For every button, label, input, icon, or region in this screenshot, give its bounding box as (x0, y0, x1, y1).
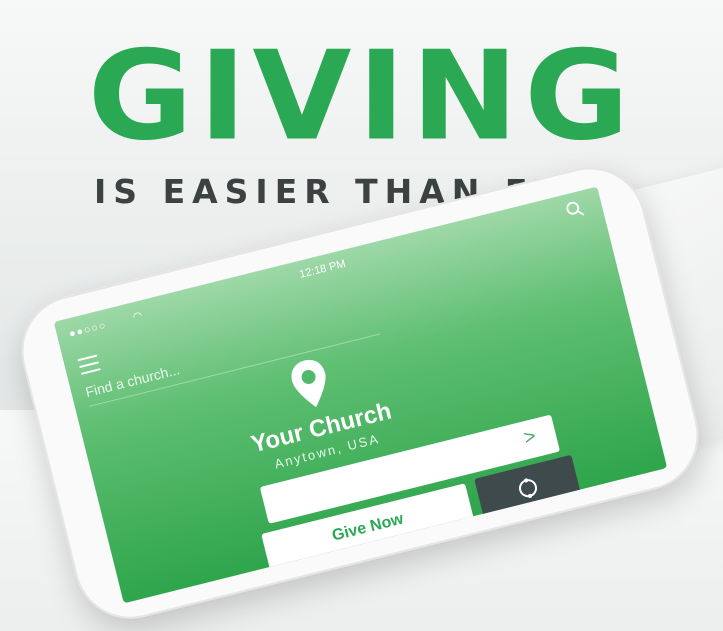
signal-indicator: ●●○○○ (67, 319, 108, 341)
headline-title: GIVING (87, 25, 636, 169)
search-icon[interactable] (562, 196, 589, 223)
status-time: 12:18 PM (298, 257, 347, 281)
recurring-icon (519, 478, 538, 498)
phone-body: ●●○○○ ◠ 12:18 PM Find a church... Your C… (9, 155, 711, 631)
wifi-icon: ◠ (131, 309, 144, 324)
location-pin-icon (291, 359, 326, 408)
app-screen: ●●○○○ ◠ 12:18 PM Find a church... Your C… (53, 186, 668, 604)
chevron-right-icon: > (521, 425, 539, 450)
menu-icon[interactable] (77, 354, 101, 375)
phone-mockup: ●●○○○ ◠ 12:18 PM Find a church... Your C… (9, 155, 711, 631)
